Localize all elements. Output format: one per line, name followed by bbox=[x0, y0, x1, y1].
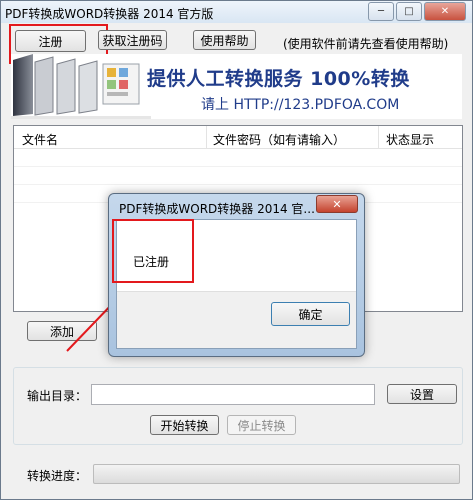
maximize-button[interactable]: □ bbox=[396, 2, 422, 21]
list-row-line bbox=[14, 184, 462, 185]
get-code-button[interactable]: 获取注册码 bbox=[98, 30, 167, 50]
stop-convert-button[interactable]: 停止转换 bbox=[227, 415, 296, 435]
banner-url: 请上 HTTP://123.PDFOA.COM bbox=[201, 97, 400, 113]
minimize-button[interactable]: ─ bbox=[368, 2, 394, 21]
column-divider bbox=[378, 126, 379, 148]
close-button[interactable]: ✕ bbox=[424, 2, 466, 21]
ad-banner[interactable]: 提供人工转换服务 100%转换 请上 HTTP://123.PDFOA.COM bbox=[11, 54, 462, 119]
ok-button[interactable]: 确定 bbox=[271, 302, 350, 326]
banner-headline: 提供人工转换服务 100%转换 bbox=[147, 68, 410, 90]
dialog-close-button[interactable]: ✕ bbox=[316, 195, 358, 213]
window-controls: ─ □ ✕ bbox=[368, 2, 466, 21]
column-password[interactable]: 文件密码（如有请输入） bbox=[213, 131, 345, 148]
start-convert-button[interactable]: 开始转换 bbox=[150, 415, 219, 435]
output-dir-input[interactable] bbox=[91, 384, 375, 405]
conversion-progress-bar bbox=[93, 464, 460, 484]
message-highlight-box bbox=[112, 219, 194, 283]
list-row-line bbox=[14, 166, 462, 167]
help-hint: (使用软件前请先查看使用帮助) bbox=[283, 37, 449, 51]
dialog-footer: 确定 bbox=[117, 291, 356, 348]
window-title: PDF转换成WORD转换器 2014 官方版 bbox=[5, 7, 214, 21]
column-divider bbox=[206, 126, 207, 148]
dialog-title: PDF转换成WORD转换器 2014 官... bbox=[119, 202, 315, 216]
file-list-header: 文件名 文件密码（如有请输入） 状态显示 bbox=[14, 126, 462, 149]
main-window: PDF转换成WORD转换器 2014 官方版 ─ □ ✕ 注册 获取注册码 使用… bbox=[0, 0, 473, 500]
binder-graphic bbox=[11, 54, 151, 119]
progress-label: 转换进度： bbox=[27, 469, 88, 483]
settings-button[interactable]: 设置 bbox=[387, 384, 457, 404]
output-dir-label: 输出目录： bbox=[27, 389, 88, 403]
column-filename[interactable]: 文件名 bbox=[22, 131, 58, 148]
title-bar: PDF转换成WORD转换器 2014 官方版 ─ □ ✕ bbox=[1, 1, 472, 23]
column-status[interactable]: 状态显示 bbox=[386, 131, 434, 148]
help-button[interactable]: 使用帮助 bbox=[193, 30, 256, 50]
